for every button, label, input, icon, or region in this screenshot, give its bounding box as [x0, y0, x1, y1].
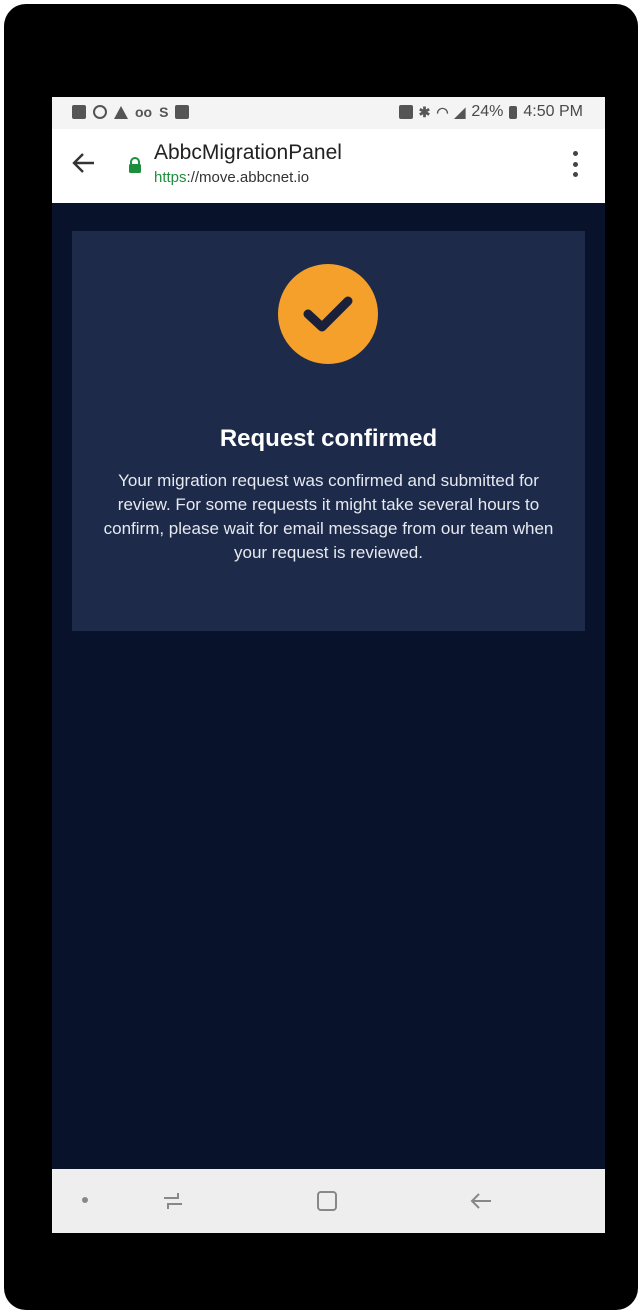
s-icon: S: [159, 104, 169, 120]
url-text[interactable]: https://move.abbcnet.io: [154, 169, 309, 186]
phone-screen: oo S ✱ ◠ ◢ 24% 4:50 PM AbbcMigrationPane…: [52, 97, 605, 1233]
url-protocol: https: [154, 169, 187, 186]
bluetooth-icon: ✱: [418, 103, 431, 120]
cast-icon: [398, 105, 413, 119]
status-bar: oo S ✱ ◠ ◢ 24% 4:50 PM: [52, 97, 605, 129]
success-badge: [278, 264, 378, 364]
message-icon: [72, 105, 86, 119]
browser-toolbar: AbbcMigrationPanel https://move.abbcnet.…: [52, 129, 605, 204]
signal-icon: ◢: [454, 103, 466, 120]
battery-icon: [509, 105, 518, 119]
clock: 4:50 PM: [523, 103, 583, 120]
whatsapp-icon: [93, 105, 107, 119]
battery-percent: 24%: [471, 103, 504, 120]
nav-dot-icon[interactable]: [82, 1197, 88, 1203]
page-content: Request confirmed Your migration request…: [52, 203, 605, 1169]
recent-apps-icon[interactable]: [160, 1189, 186, 1213]
home-icon[interactable]: [315, 1189, 339, 1213]
warning-icon: [114, 105, 128, 119]
back-arrow-icon[interactable]: [70, 149, 98, 177]
nav-back-icon[interactable]: [468, 1189, 494, 1213]
voicemail-icon: oo: [135, 104, 153, 120]
page-title[interactable]: AbbcMigrationPanel: [154, 141, 342, 165]
image-icon: [175, 105, 190, 119]
android-nav-bar: [52, 1169, 605, 1233]
check-icon: [303, 296, 353, 332]
notification-icons: oo S: [72, 104, 190, 120]
confirmation-title: Request confirmed: [219, 425, 438, 452]
lock-icon: [129, 157, 141, 173]
phone-frame: oo S ✱ ◠ ◢ 24% 4:50 PM AbbcMigrationPane…: [4, 4, 638, 1310]
more-options-icon[interactable]: [573, 151, 579, 177]
system-icons: ✱ ◠ ◢ 24% 4:50 PM: [398, 103, 583, 121]
wifi-icon: ◠: [436, 103, 449, 120]
confirmation-card: Request confirmed Your migration request…: [72, 231, 585, 631]
url-domain: ://move.abbcnet.io: [186, 169, 310, 186]
confirmation-message: Your migration request was confirmed and…: [103, 471, 554, 562]
